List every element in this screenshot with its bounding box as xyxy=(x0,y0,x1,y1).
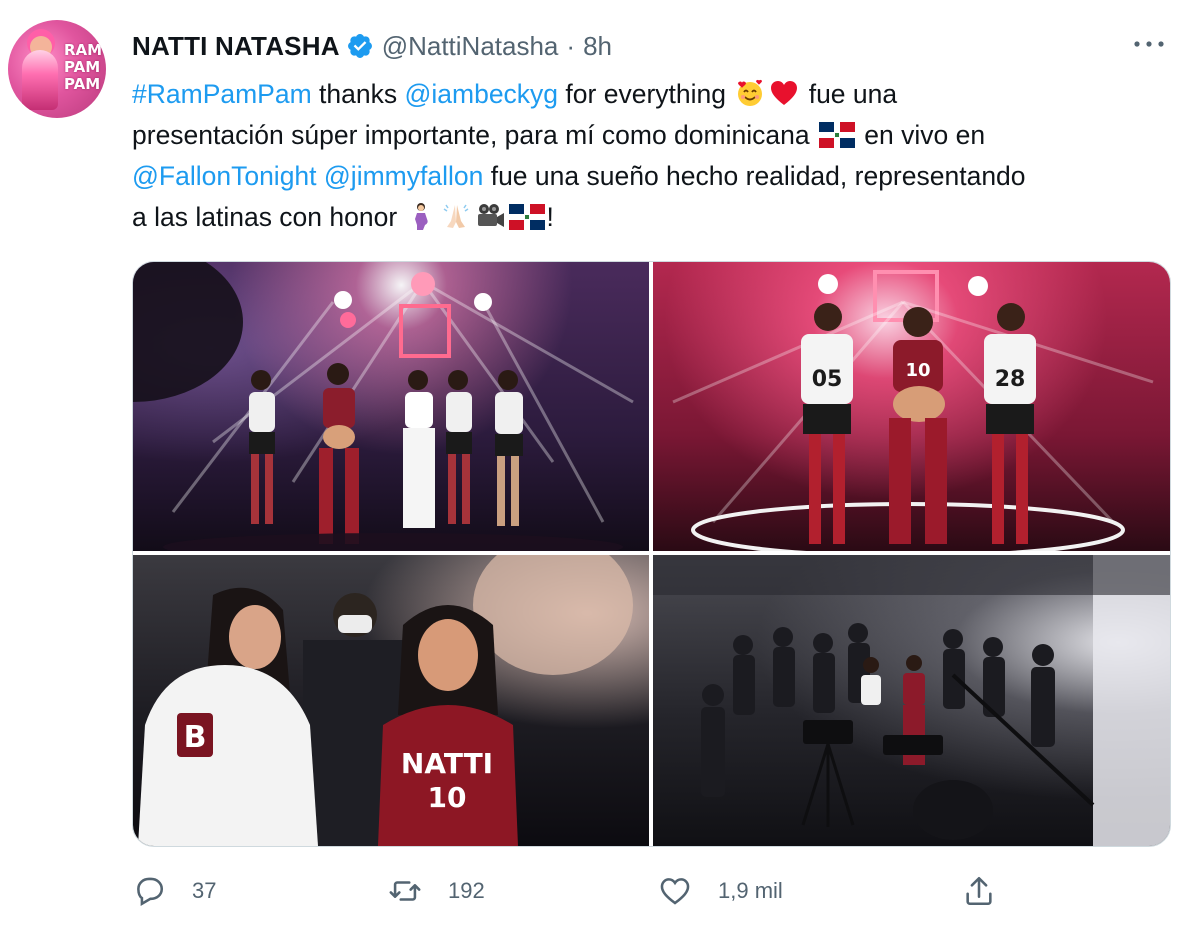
jersey-number-right: 28 xyxy=(995,367,1026,392)
folded-hands-icon xyxy=(443,204,468,228)
tweet-text-line-3: @FallonTonight @jimmyfallon fue una sueñ… xyxy=(132,156,1172,197)
jersey-number-center: 10 xyxy=(905,360,930,381)
backstage-duo-graphic: B NATTI 10 xyxy=(138,555,633,846)
svg-text:B: B xyxy=(184,720,207,755)
stage-lights-graphic xyxy=(133,262,634,551)
reply-icon xyxy=(137,877,164,906)
smiling-face-with-hearts-icon xyxy=(738,79,763,106)
verified-badge-icon xyxy=(347,34,372,58)
tweet-text-line-2: presentación súper importante, para mí c… xyxy=(132,115,1172,156)
mention-link-fallontonight[interactable]: @FallonTonight xyxy=(132,161,317,191)
retweet-button[interactable]: 192 xyxy=(388,866,485,916)
retweet-count: 192 xyxy=(448,878,485,903)
photo-dancers-stage[interactable] xyxy=(133,262,649,551)
text-segment: fue una xyxy=(801,79,898,109)
stage-performers-graphic: 05 10 28 xyxy=(672,270,1154,551)
tweet-text-line-1: #RamPamPam thanks @iambeckyg for everyth… xyxy=(132,74,1172,115)
text-segment: ! xyxy=(546,202,554,232)
jersey-number-duo: 10 xyxy=(428,781,467,814)
dominican-flag-icon xyxy=(508,204,545,230)
production-crew-graphic xyxy=(653,555,1170,846)
text-segment: for everything xyxy=(558,79,734,109)
dominican-flag-icon xyxy=(818,122,855,148)
text-segment: a las latinas con honor xyxy=(132,202,405,232)
reply-button[interactable]: 37 xyxy=(132,866,216,916)
more-options-icon[interactable] xyxy=(1132,36,1166,52)
avatar[interactable]: RAM PAM PAM xyxy=(8,20,106,118)
text-segment: presentación súper importante, para mí c… xyxy=(132,120,817,150)
avatar-text: RAM PAM PAM xyxy=(64,41,103,93)
like-count: 1,9 mil xyxy=(718,878,783,903)
tweet-text-line-4: a las latinas con honor ! xyxy=(132,197,1172,238)
hashtag-link[interactable]: #RamPamPam xyxy=(132,79,312,109)
share-button[interactable] xyxy=(962,866,996,916)
tweet-text: #RamPamPam thanks @iambeckyg for everyth… xyxy=(132,74,1172,238)
text-segment: thanks xyxy=(311,79,405,109)
text-segment xyxy=(317,161,324,191)
tweet: RAM PAM PAM NATTI NATASHA @NattiNatasha … xyxy=(0,0,1200,926)
svg-text:NATTI: NATTI xyxy=(401,747,493,780)
text-segment: en vivo en xyxy=(856,120,986,150)
text-segment: fue una sueño hecho realidad, representa… xyxy=(483,161,1026,191)
tweet-timestamp[interactable]: 8h xyxy=(583,31,612,62)
pregnant-woman-icon xyxy=(414,203,428,230)
tweet-header: NATTI NATASHA @NattiNatasha · 8h xyxy=(132,26,612,66)
retweet-icon xyxy=(389,881,421,901)
mention-link-iambeckyg[interactable]: @iambeckyg xyxy=(404,79,558,109)
heart-icon xyxy=(660,878,690,905)
user-handle[interactable]: @NattiNatasha xyxy=(382,31,559,62)
photo-production-crew[interactable] xyxy=(653,555,1170,846)
like-button[interactable]: 1,9 mil xyxy=(658,866,783,916)
share-icon xyxy=(966,876,992,906)
tweet-actions: 37 192 1,9 mil xyxy=(132,866,1132,916)
photo-backstage-duo[interactable]: B NATTI 10 xyxy=(133,555,649,846)
header-separator: · xyxy=(566,30,576,61)
jersey-number-left: 05 xyxy=(812,367,843,392)
media-grid: 05 10 28 B NATTI 10 xyxy=(132,261,1171,847)
photo-three-performers[interactable]: 05 10 28 xyxy=(653,262,1170,551)
red-heart-icon xyxy=(771,81,798,105)
avatar-figure-shape xyxy=(22,50,58,110)
reply-count: 37 xyxy=(192,878,217,903)
movie-camera-icon xyxy=(477,204,504,227)
display-name[interactable]: NATTI NATASHA xyxy=(132,31,340,62)
mention-link-jimmyfallon[interactable]: @jimmyfallon xyxy=(324,161,483,191)
